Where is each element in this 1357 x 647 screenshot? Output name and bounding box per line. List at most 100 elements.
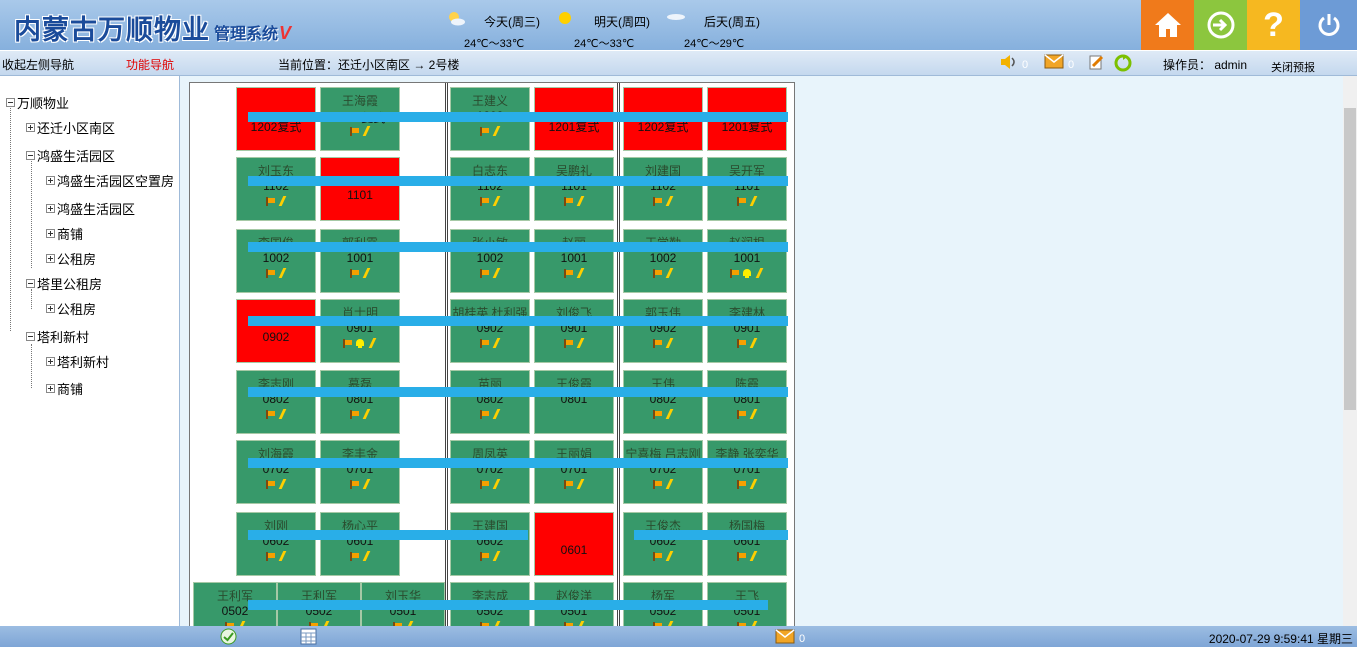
expand-icon[interactable] xyxy=(46,304,55,313)
bolt-icon xyxy=(278,409,288,419)
check-icon[interactable] xyxy=(220,628,237,645)
unit-cell[interactable]: 吴鹏礼 1101 xyxy=(534,157,614,221)
mail-icon[interactable] xyxy=(1044,54,1064,69)
collapse-sidebar-link[interactable]: 收起左侧导航 xyxy=(2,56,74,73)
tree-label: 鸿盛生活园区空置房 xyxy=(57,174,175,189)
unit-cell[interactable]: 杨国梅 0601 xyxy=(707,512,787,576)
unit-cell[interactable]: 0601 xyxy=(534,512,614,576)
tree-node-public-rental-2[interactable]: 公租房 xyxy=(46,299,96,318)
expand-icon[interactable] xyxy=(46,357,55,366)
unit-status-icons xyxy=(535,338,613,348)
unit-cell[interactable]: 李志刚 0802 xyxy=(236,370,316,434)
unit-number: 1001 xyxy=(560,251,588,265)
expand-icon[interactable] xyxy=(46,384,55,393)
vertical-scrollbar[interactable] xyxy=(1343,76,1357,626)
expand-icon[interactable] xyxy=(46,204,55,213)
expand-icon[interactable] xyxy=(46,176,55,185)
flag-icon xyxy=(349,268,359,278)
unit-cell[interactable]: 张小敏1002 xyxy=(450,229,530,293)
unit-cell[interactable]: 刘玉东 1102 xyxy=(236,157,316,221)
tree-node-hongsheng-park[interactable]: 鸿盛生活园区 xyxy=(46,199,135,218)
unit-cell[interactable]: 赵润根1001 xyxy=(707,229,787,293)
unit-cell[interactable]: 宁喜梅 吕志刚 0702 xyxy=(623,440,703,504)
unit-cell[interactable]: 1101 xyxy=(320,157,400,221)
flag-icon xyxy=(479,338,489,348)
expand-icon[interactable] xyxy=(46,229,55,238)
unit-status-icons xyxy=(624,196,702,206)
bolt-icon xyxy=(749,551,759,561)
unit-status-icons xyxy=(237,479,315,489)
unit-cell[interactable]: 郭玉伟 0902 xyxy=(623,299,703,363)
unit-cell[interactable]: 肖士明 0901 xyxy=(320,299,400,363)
tree-node-tali-shops[interactable]: 商铺 xyxy=(46,379,83,398)
power-button[interactable] xyxy=(1300,0,1357,50)
flag-icon xyxy=(265,196,275,206)
mail-icon[interactable] xyxy=(775,629,795,644)
help-button[interactable]: ? xyxy=(1247,0,1300,50)
unit-cell[interactable]: 王伟 0802 xyxy=(623,370,703,434)
unit-cell[interactable]: 王丽娟 0701 xyxy=(534,440,614,504)
tree-node-tali-village-sub[interactable]: 塔利新村 xyxy=(46,352,109,371)
unit-status-icons xyxy=(451,551,529,561)
unit-status-icons xyxy=(624,409,702,419)
close-alert-link[interactable]: 关闭预报 xyxy=(1271,59,1315,75)
unit-cell[interactable]: 郭利霞1001 xyxy=(320,229,400,293)
unit-cell[interactable]: 刘俊飞 0901 xyxy=(534,299,614,363)
speaker-icon[interactable] xyxy=(1000,54,1018,70)
unit-cell[interactable]: 胡桂英 杜利强 0902 xyxy=(450,299,530,363)
tree-node-shops[interactable]: 商铺 xyxy=(46,224,83,243)
unit-status-icons xyxy=(237,409,315,419)
expand-icon[interactable] xyxy=(26,123,35,132)
switch-button[interactable] xyxy=(1194,0,1247,50)
unit-cell[interactable]: 刘海霞 0702 xyxy=(236,440,316,504)
unit-status-icons xyxy=(708,409,786,419)
unit-cell[interactable]: 陈霞 0801 xyxy=(707,370,787,434)
edit-icon[interactable] xyxy=(1088,54,1104,70)
unit-cell[interactable]: 李丰金 0701 xyxy=(320,440,400,504)
unit-cell[interactable]: 李建林 0901 xyxy=(707,299,787,363)
unit-cell[interactable]: 0902 xyxy=(236,299,316,363)
collapse-icon[interactable] xyxy=(26,279,35,288)
unit-cell[interactable]: 吴开军 1101 xyxy=(707,157,787,221)
unit-cell[interactable]: 白志东 1102 xyxy=(450,157,530,221)
function-nav-link[interactable]: 功能导航 xyxy=(126,56,174,73)
expand-icon[interactable] xyxy=(46,254,55,263)
unit-cell[interactable]: 慕磊 0801 xyxy=(320,370,400,434)
flag-icon xyxy=(349,409,359,419)
unit-cell[interactable]: 赵丽1001 xyxy=(534,229,614,293)
flag-icon xyxy=(265,479,275,489)
unit-cell[interactable]: 周凤英 0702 xyxy=(450,440,530,504)
tree-node-hongsheng[interactable]: 鸿盛生活园区 xyxy=(26,146,115,165)
unit-cell[interactable]: 李静 张奕华 0701 xyxy=(707,440,787,504)
refresh-icon[interactable] xyxy=(1114,54,1132,72)
home-button[interactable] xyxy=(1141,0,1194,50)
tree-node-root[interactable]: 万顺物业 xyxy=(6,93,69,112)
calendar-icon[interactable] xyxy=(300,628,317,645)
tree-node-huanqian[interactable]: 还迁小区南区 xyxy=(26,118,115,137)
flag-icon xyxy=(265,409,275,419)
scrollbar-thumb[interactable] xyxy=(1344,108,1356,410)
unit-cell[interactable]: 王建国 0602 xyxy=(450,512,530,576)
unit-cell[interactable]: 王学勤1002 xyxy=(623,229,703,293)
unit-cell[interactable]: 苗丽 0802 xyxy=(450,370,530,434)
unit-status-icons xyxy=(237,196,315,206)
unit-cell[interactable]: 王俊霞 0801 xyxy=(534,370,614,434)
tree-node-public-rental[interactable]: 公租房 xyxy=(46,249,96,268)
unit-cell[interactable]: 刘刚 0602 xyxy=(236,512,316,576)
tree-label: 鸿盛生活园区 xyxy=(57,202,136,217)
collapse-icon[interactable] xyxy=(26,151,35,160)
collapse-icon[interactable] xyxy=(6,98,15,107)
unit-status-icons xyxy=(321,268,399,278)
toolbar: 收起左侧导航 功能导航 当前位置：还迁小区南区 → 2号楼 0 0 操作员： a… xyxy=(0,50,1357,76)
tree-label: 商铺 xyxy=(57,382,84,397)
unit-cell[interactable]: 杨心平 0601 xyxy=(320,512,400,576)
tree-node-tali-village[interactable]: 塔利新村 xyxy=(26,327,89,346)
collapse-icon[interactable] xyxy=(26,332,35,341)
unit-cell[interactable]: 李国俊1002 xyxy=(236,229,316,293)
flag-icon xyxy=(479,268,489,278)
bolt-icon xyxy=(665,338,675,348)
tree-node-tali-rental[interactable]: 塔里公租房 xyxy=(26,274,102,293)
unit-cell[interactable]: 刘建国 1102 xyxy=(623,157,703,221)
unit-cell[interactable]: 王俊杰 0602 xyxy=(623,512,703,576)
tree-node-hongsheng-vacant[interactable]: 鸿盛生活园区空置房 xyxy=(46,171,174,190)
